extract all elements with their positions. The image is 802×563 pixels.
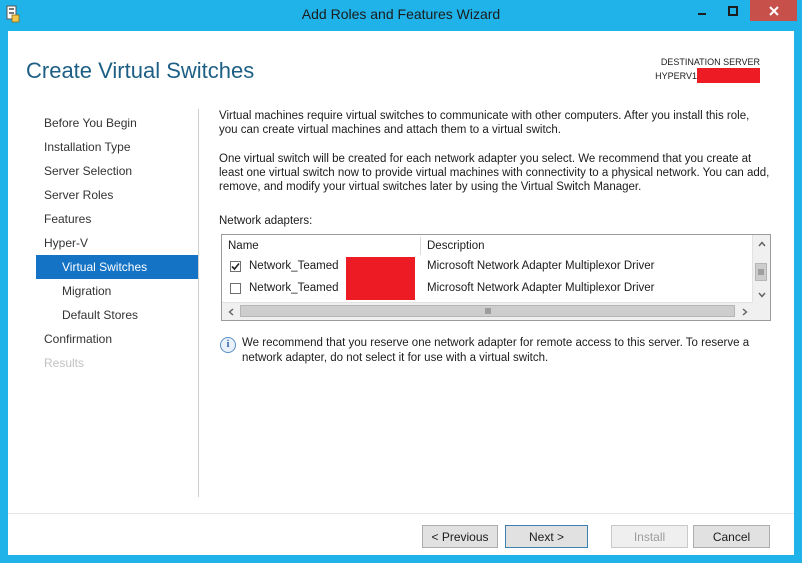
- nav-item-results: Results: [44, 356, 85, 370]
- maximize-icon: [727, 5, 738, 16]
- grip-icon: [758, 269, 764, 275]
- title-bar[interactable]: Add Roles and Features Wizard: [0, 0, 802, 30]
- info-icon: i: [220, 337, 236, 353]
- minimize-icon: [697, 12, 706, 15]
- info-message: We recommend that you reserve one networ…: [242, 337, 750, 364]
- wizard-client-area: Create Virtual Switches DESTINATION SERV…: [8, 31, 794, 555]
- redacted-block: [346, 257, 415, 278]
- intro-paragraph: Virtual machines require virtual switche…: [219, 110, 750, 136]
- chevron-up-icon: [757, 240, 766, 246]
- page-title: Create Virtual Switches: [26, 58, 255, 83]
- next-button[interactable]: Next >: [505, 525, 588, 548]
- checkmark-icon: [231, 262, 240, 271]
- nav-item-server-roles[interactable]: Server Roles: [36, 183, 198, 207]
- nav-item-installation-type[interactable]: Installation Type: [36, 135, 198, 159]
- scroll-down-button[interactable]: [753, 286, 770, 303]
- scroll-left-button[interactable]: [222, 303, 239, 320]
- scroll-right-button[interactable]: [736, 303, 753, 320]
- destination-server-name: HYPERV1: [655, 70, 697, 81]
- nav-divider: [198, 109, 199, 497]
- nav-item-before-you-begin[interactable]: Before You Begin: [36, 111, 198, 135]
- column-separator[interactable]: [420, 237, 421, 255]
- adapter-checkbox[interactable]: [230, 283, 241, 294]
- vertical-scrollbar[interactable]: [752, 235, 770, 303]
- grip-icon: [485, 308, 490, 314]
- close-icon: [768, 5, 779, 16]
- nav-item-default-stores[interactable]: Default Stores: [36, 303, 198, 327]
- column-header-name[interactable]: Name: [228, 237, 259, 255]
- cancel-button[interactable]: Cancel: [693, 525, 770, 548]
- destination-server: DESTINATION SERVER HYPERV1: [655, 56, 760, 83]
- close-button[interactable]: [750, 0, 797, 21]
- scroll-up-button[interactable]: [753, 235, 770, 252]
- adapter-description: Microsoft Network Adapter Multiplexor Dr…: [427, 260, 655, 272]
- network-adapters-label: Network adapters:: [219, 215, 313, 227]
- window-title: Add Roles and Features Wizard: [301, 6, 501, 22]
- table-row[interactable]: Network_Teamed Microsoft Network Adapter…: [222, 256, 752, 278]
- adapter-checkbox[interactable]: [230, 261, 241, 272]
- vertical-scroll-thumb[interactable]: [755, 263, 767, 281]
- nav-item-migration[interactable]: Migration: [36, 279, 198, 303]
- wizard-window: Add Roles and Features Wizard Create Vir…: [0, 0, 802, 563]
- column-header-description[interactable]: Description: [427, 237, 485, 255]
- redacted-block: [697, 68, 760, 83]
- footer-divider: [8, 513, 794, 514]
- destination-server-label: DESTINATION SERVER: [660, 57, 760, 67]
- adapter-description: Microsoft Network Adapter Multiplexor Dr…: [427, 282, 655, 294]
- nav-item-virtual-switches[interactable]: Virtual Switches: [36, 255, 198, 279]
- maximize-button[interactable]: [719, 0, 746, 21]
- horizontal-scroll-thumb[interactable]: [240, 305, 735, 317]
- nav-item-confirmation[interactable]: Confirmation: [36, 327, 198, 351]
- nav-item-server-selection[interactable]: Server Selection: [36, 159, 198, 183]
- redacted-block: [346, 278, 415, 300]
- install-button: Install: [611, 525, 688, 548]
- chevron-down-icon: [757, 292, 766, 298]
- minimize-button[interactable]: [688, 0, 715, 21]
- previous-button[interactable]: < Previous: [422, 525, 498, 548]
- adapter-name: Network_Teamed: [249, 282, 339, 294]
- chevron-left-icon: [227, 307, 233, 316]
- network-adapters-grid[interactable]: Name Description Network_Teamed Microsof…: [221, 234, 771, 321]
- wizard-nav: Before You Begin Installation Type Serve…: [36, 111, 198, 375]
- scrollbar-corner: [753, 303, 770, 320]
- recommendation-paragraph: One virtual switch will be created for e…: [219, 153, 770, 193]
- table-row[interactable]: Network_Teamed Microsoft Network Adapter…: [222, 278, 752, 300]
- adapter-name: Network_Teamed: [249, 260, 339, 272]
- horizontal-scrollbar[interactable]: [222, 302, 753, 320]
- nav-item-features[interactable]: Features: [36, 207, 198, 231]
- nav-item-hyper-v[interactable]: Hyper-V: [36, 231, 198, 255]
- chevron-right-icon: [742, 307, 748, 316]
